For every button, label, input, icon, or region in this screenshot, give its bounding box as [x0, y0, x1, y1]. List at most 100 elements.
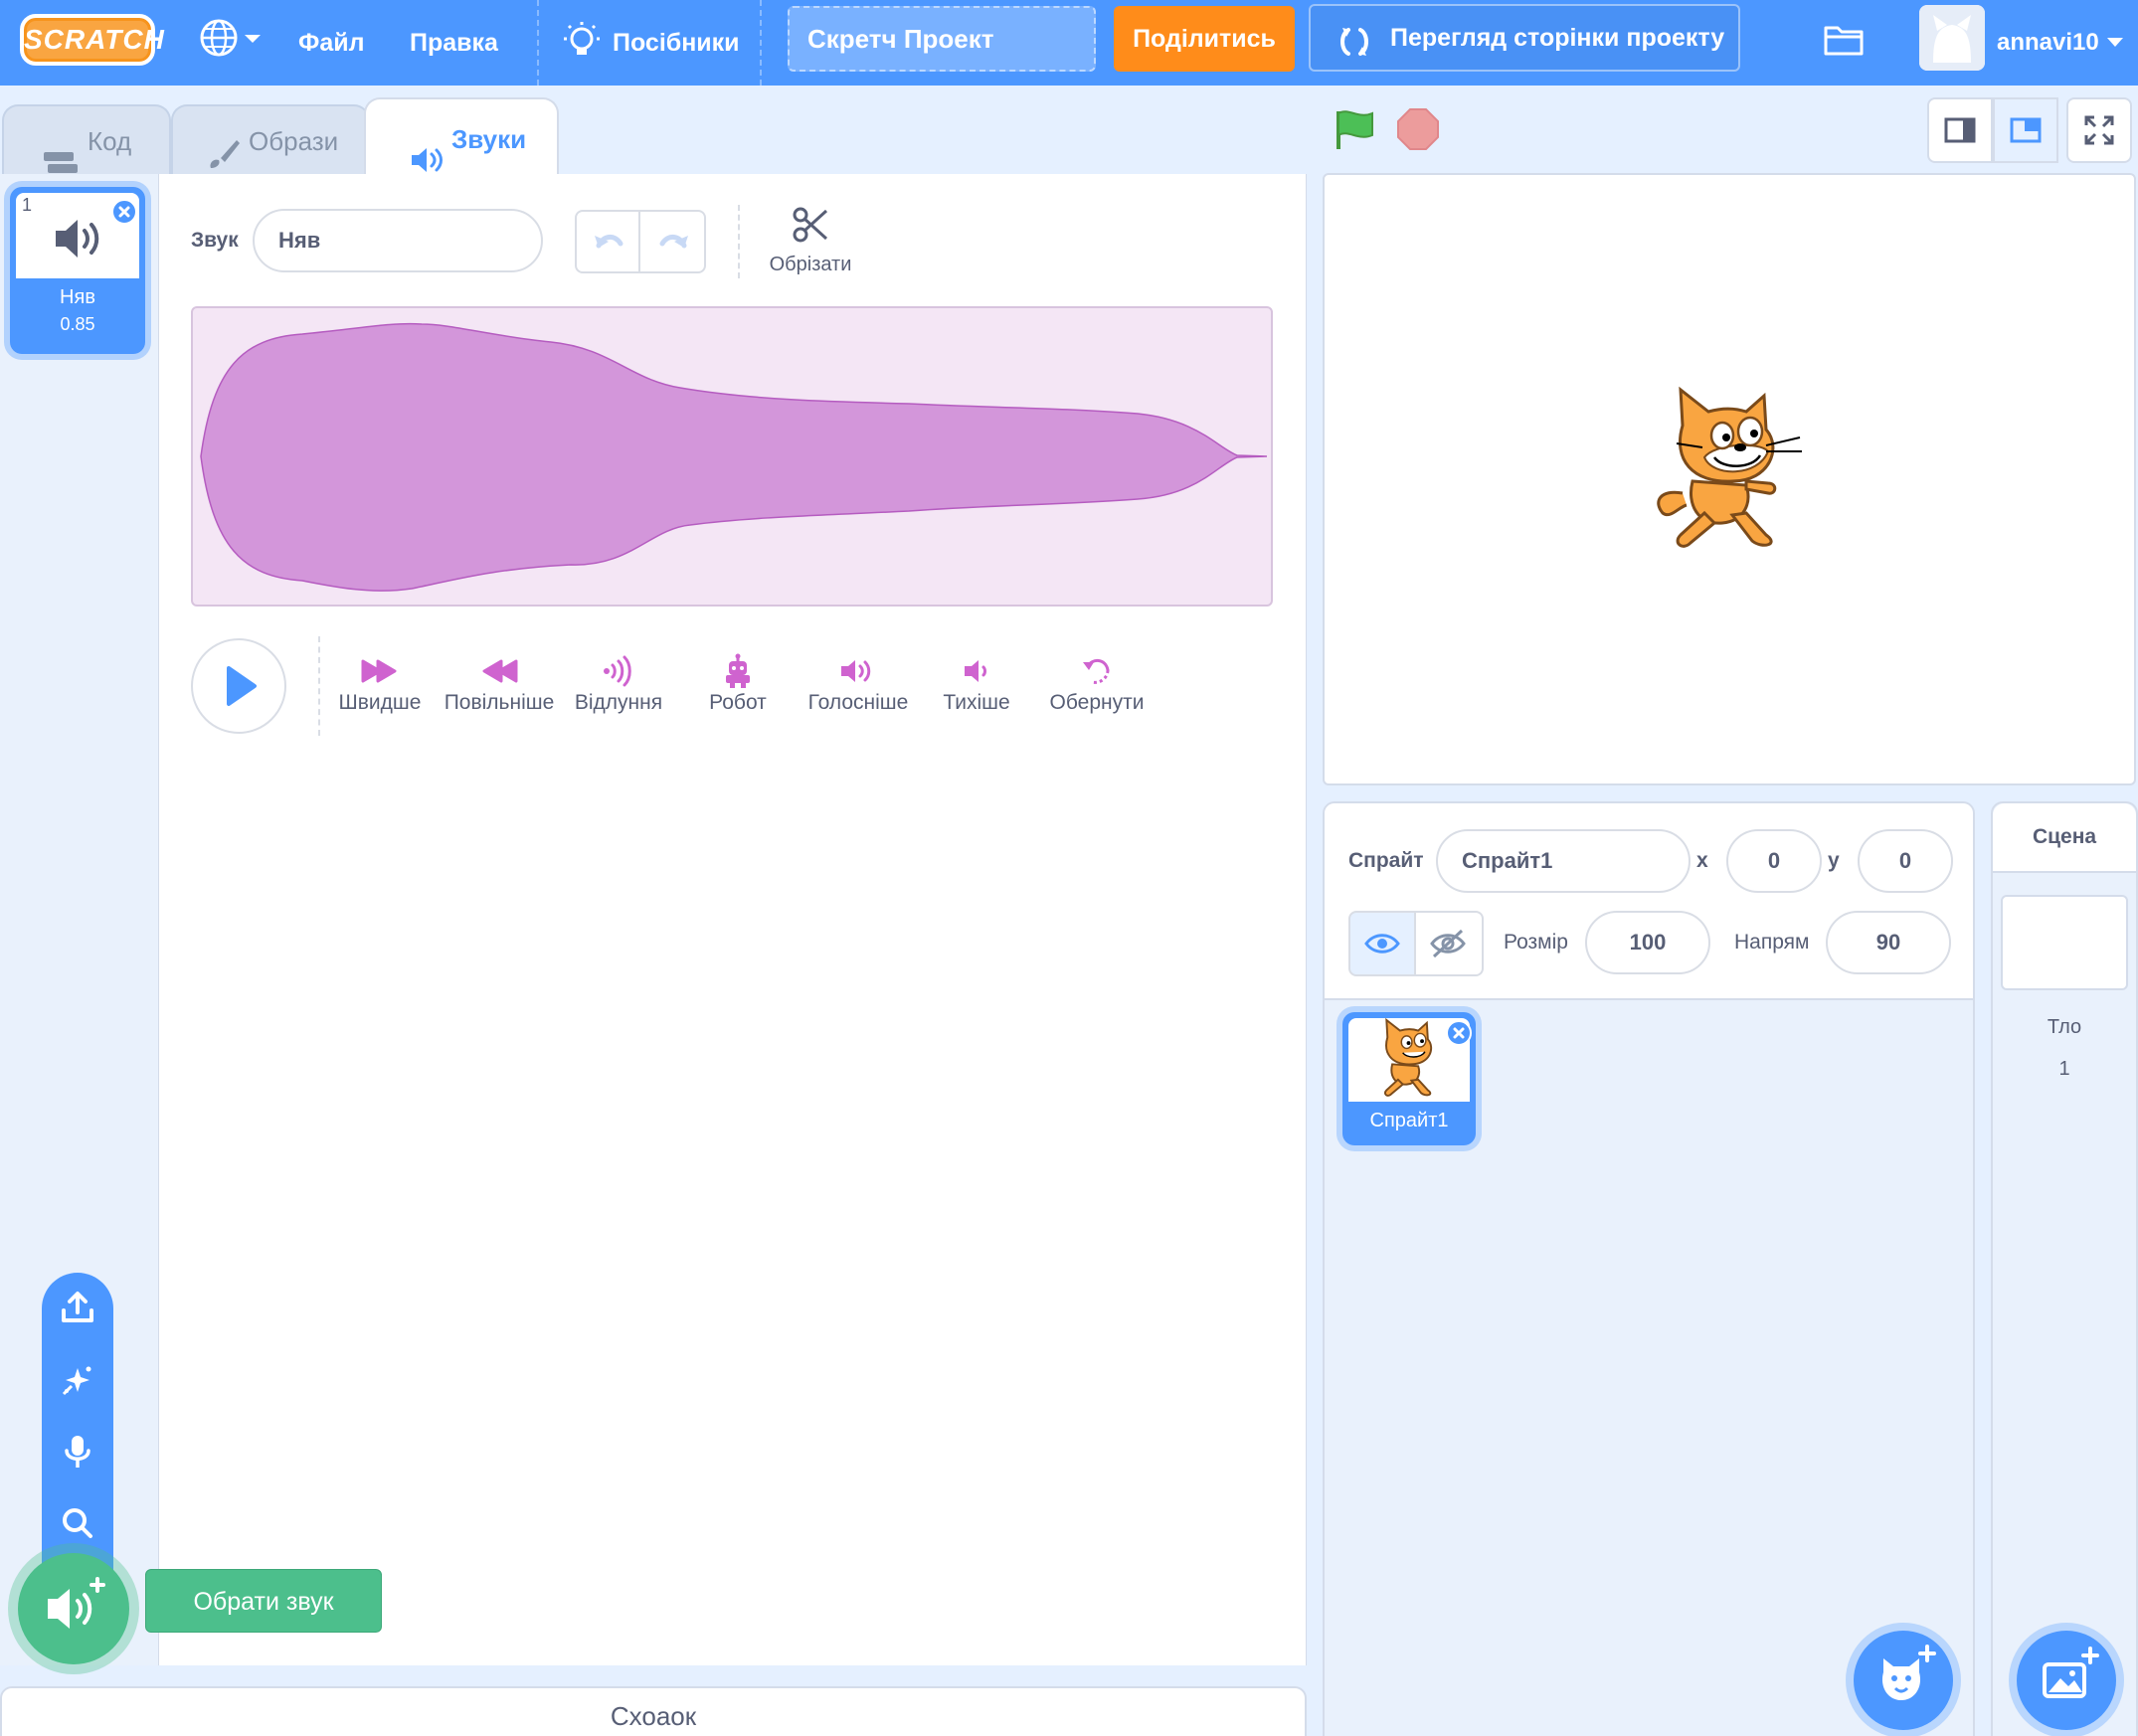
backdrops-label: Тло — [2047, 1016, 2082, 1038]
sprite-name-input[interactable]: Спрайт1 — [1436, 829, 1691, 893]
effect-louder-button[interactable]: Голосніше — [802, 651, 915, 715]
see-project-page-label: Перегляд сторінки проекту — [1390, 24, 1725, 52]
close-icon — [1453, 1027, 1465, 1039]
effect-echo-button[interactable]: Відлуння — [569, 651, 668, 715]
delete-sound-button[interactable] — [111, 199, 137, 225]
redo-button[interactable] — [642, 212, 706, 271]
brush-icon — [207, 126, 241, 168]
speaker-icon — [54, 217, 103, 260]
effect-label: Тихіше — [943, 691, 1010, 714]
see-project-page-icon — [1336, 20, 1372, 56]
surprise-sound-button[interactable] — [58, 1360, 97, 1400]
fullscreen-button[interactable] — [2066, 97, 2132, 163]
undo-button[interactable] — [577, 212, 640, 271]
y-input[interactable]: 0 — [1858, 829, 1953, 893]
size-label: Розмір — [1504, 931, 1568, 954]
stage-target-pane[interactable]: Сцена Тло 1 — [1991, 801, 2138, 1736]
delete-sprite-button[interactable] — [1446, 1020, 1472, 1046]
effect-label: Обернути — [1049, 691, 1145, 714]
share-button[interactable]: Поділитись — [1114, 6, 1295, 72]
chevron-down-icon[interactable] — [2106, 36, 2124, 48]
add-sprite-icon — [1881, 1645, 1936, 1700]
louder-icon — [841, 660, 871, 682]
sound-list-item[interactable]: 1 Няв 0.85 — [10, 187, 145, 354]
play-button[interactable] — [191, 638, 286, 734]
large-stage-button[interactable] — [1993, 97, 2058, 163]
username[interactable]: annavi10 — [1997, 0, 2099, 86]
record-sound-button[interactable] — [58, 1432, 97, 1472]
toolbar-divider — [738, 205, 740, 278]
choose-sound-button[interactable] — [18, 1553, 129, 1664]
backdrops-count: 1 — [2058, 1058, 2070, 1080]
language-globe-icon[interactable] — [197, 18, 267, 68]
stop-button[interactable] — [1396, 107, 1440, 151]
waveform-container[interactable] — [191, 306, 1273, 607]
trim-label: Обрізати — [769, 254, 852, 275]
sparkle-icon — [62, 1366, 91, 1396]
see-project-page-button[interactable]: Перегляд сторінки проекту — [1309, 4, 1740, 72]
stage-backdrop-thumbnail[interactable] — [2001, 895, 2128, 990]
add-sound-icon — [48, 1577, 105, 1629]
search-sound-button[interactable] — [58, 1503, 97, 1543]
sprite-thumbnail-name: Спрайт1 — [1369, 1110, 1449, 1131]
size-input[interactable]: 100 — [1585, 911, 1710, 974]
tab-sounds-label: Звуки — [451, 124, 527, 154]
effect-faster-button[interactable]: Швидше — [330, 651, 430, 715]
show-sprite-button[interactable] — [1348, 911, 1416, 976]
waveform — [200, 322, 1268, 592]
backpack[interactable]: Схоаок — [0, 1686, 1307, 1736]
stop-icon — [1397, 108, 1439, 150]
effect-robot-button[interactable]: Робот — [688, 651, 788, 715]
effect-label: Голосніше — [807, 691, 909, 714]
choose-sprite-button[interactable] — [1854, 1631, 1953, 1730]
sound-item-name: Няв — [60, 286, 95, 308]
code-icon — [44, 130, 78, 173]
effect-reverse-button[interactable]: Обернути — [1042, 651, 1152, 715]
stage[interactable] — [1323, 173, 2136, 785]
choose-backdrop-button[interactable] — [2017, 1631, 2116, 1730]
scratch-logo[interactable]: SCRATCH — [20, 14, 164, 66]
faster-icon — [361, 659, 397, 683]
large-stage-icon — [2010, 117, 2042, 143]
slower-icon — [482, 659, 518, 683]
sound-item-duration: 0.85 — [60, 314, 95, 334]
lightbulb-icon — [563, 20, 601, 64]
redo-icon — [659, 235, 688, 249]
fullscreen-icon — [2084, 115, 2114, 145]
green-flag-button[interactable] — [1333, 107, 1378, 151]
menu-bar: SCRATCH Файл Правка Посібники Скретч Про… — [0, 0, 2138, 86]
cat-sprite[interactable] — [1643, 386, 1812, 559]
tab-costumes[interactable]: Образи — [171, 104, 370, 174]
green-flag-icon — [1336, 110, 1373, 149]
effect-label: Робот — [709, 691, 767, 714]
eye-crossed-icon — [1430, 929, 1466, 958]
speaker-icon — [410, 125, 445, 172]
scissors-icon — [793, 207, 828, 243]
avatar[interactable] — [1919, 5, 1985, 71]
upload-sound-button[interactable] — [58, 1289, 97, 1328]
trim-button[interactable]: Обрізати — [756, 205, 865, 276]
tutorials-menu[interactable]: Посібники — [613, 0, 740, 86]
sound-name-input[interactable]: Няв — [253, 209, 543, 272]
search-icon — [63, 1508, 92, 1538]
effect-label: Повільніше — [444, 691, 555, 714]
project-title-input[interactable]: Скретч Проект — [788, 6, 1096, 72]
undo-icon — [595, 235, 624, 249]
x-input[interactable]: 0 — [1726, 829, 1822, 893]
effect-softer-button[interactable]: Тихіше — [927, 651, 1026, 715]
tab-code-label: Код — [88, 126, 132, 156]
hide-sprite-button[interactable] — [1416, 911, 1484, 976]
stage-pane-title: Сцена — [2032, 825, 2097, 848]
edit-menu[interactable]: Правка — [410, 0, 498, 86]
sprite-pane: Спрайт Спрайт1 x 0 y 0 Розмір 100 Напрям… — [1323, 801, 1975, 1736]
sprite-thumbnail[interactable]: Спрайт1 — [1342, 1012, 1476, 1145]
my-stuff-folder-icon[interactable] — [1824, 22, 1864, 58]
direction-input[interactable]: 90 — [1826, 911, 1951, 974]
small-stage-button[interactable] — [1927, 97, 1993, 163]
tab-code[interactable]: Код — [2, 104, 171, 174]
y-label: y — [1828, 849, 1840, 872]
effect-slower-button[interactable]: Повільніше — [444, 651, 555, 715]
reverse-icon — [1083, 659, 1110, 684]
tab-sounds[interactable]: Звуки — [364, 97, 559, 177]
file-menu[interactable]: Файл — [298, 0, 365, 86]
